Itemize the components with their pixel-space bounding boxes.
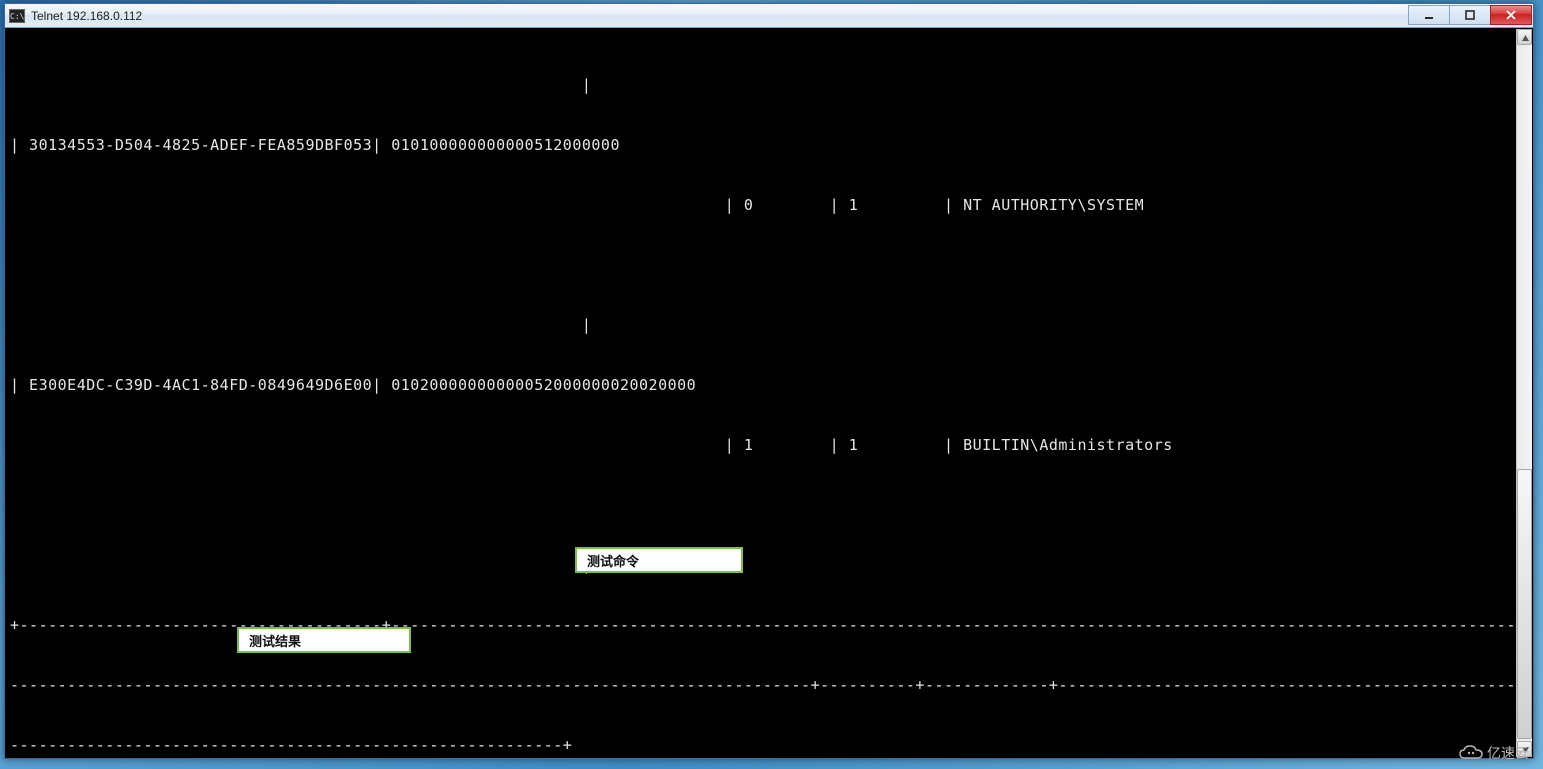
telnet-window: C:\ Telnet 192.168.0.112 | | 30134553-D5… — [4, 3, 1534, 759]
watermark-text: 亿速云 — [1487, 743, 1529, 763]
terminal-line: | 0 | 1 | NT AUTHORITY\SYSTEM — [10, 195, 1512, 215]
callout-test-command: 测试命令 — [575, 547, 743, 573]
terminal-line: | E300E4DC-C39D-4AC1-84FD-0849649D6E00| … — [10, 375, 1512, 395]
minimize-button[interactable] — [1408, 5, 1450, 25]
watermark: 亿速云 — [1459, 743, 1529, 763]
terminal-line: | — [10, 555, 1512, 575]
terminal-line: +--------------------------------------+… — [10, 615, 1512, 635]
scrollbar-thumb[interactable] — [1517, 469, 1532, 739]
cmd-icon: C:\ — [9, 9, 25, 23]
terminal-line: | 1 | 1 | BUILTIN\Administrators — [10, 435, 1512, 455]
callout-test-result: 测试结果 — [237, 627, 411, 653]
terminal-line — [10, 495, 1512, 515]
maximize-button[interactable] — [1449, 5, 1491, 25]
terminal-line — [10, 255, 1512, 275]
window-title: Telnet 192.168.0.112 — [31, 9, 1531, 23]
terminal-line: ----------------------------------------… — [10, 675, 1512, 695]
terminal-line: ----------------------------------------… — [10, 735, 1512, 755]
terminal-line: | — [10, 75, 1512, 95]
cloud-icon — [1459, 745, 1483, 761]
window-titlebar[interactable]: C:\ Telnet 192.168.0.112 — [5, 4, 1533, 28]
terminal-line: | 30134553-D504-4825-ADEF-FEA859DBF053| … — [10, 135, 1512, 155]
vertical-scrollbar[interactable] — [1516, 29, 1532, 757]
terminal-output[interactable]: | | 30134553-D504-4825-ADEF-FEA859DBF053… — [6, 29, 1516, 757]
close-button[interactable] — [1490, 5, 1532, 25]
terminal-line: | — [10, 315, 1512, 335]
scrollbar-up-arrow-icon[interactable] — [1517, 29, 1532, 45]
